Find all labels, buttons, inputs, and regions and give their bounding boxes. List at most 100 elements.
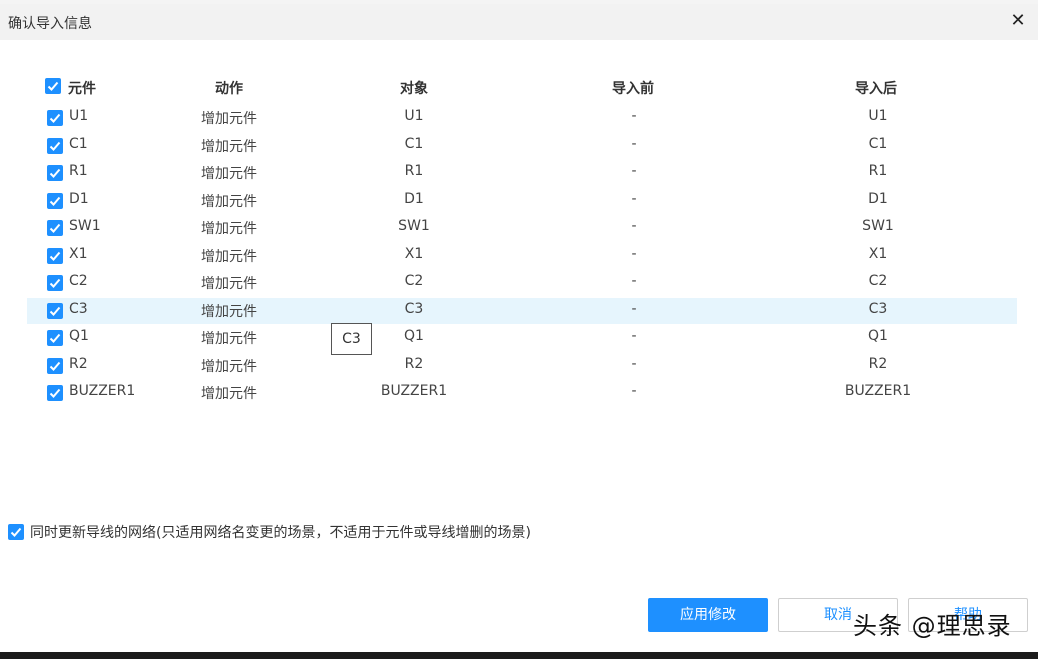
cell-component: R2 <box>69 355 88 372</box>
table-row[interactable]: U1 增加元件 U1 - U1 <box>27 105 1017 131</box>
cell-after: R1 <box>868 163 888 179</box>
checkbox-checked-icon[interactable] <box>47 220 63 236</box>
watermark: 头条 @理思录 <box>853 612 1012 640</box>
cell-action: 增加元件 <box>201 303 257 320</box>
row-checkbox[interactable] <box>47 110 63 126</box>
cell-target: SW1 <box>398 218 430 234</box>
row-checkbox[interactable] <box>47 220 63 236</box>
cell-component: Q1 <box>69 328 89 344</box>
table-row[interactable]: SW1 增加元件 SW1 - SW1 <box>27 215 1017 241</box>
cell-before: - <box>631 163 637 179</box>
cell-after: C2 <box>868 273 888 289</box>
header-before: 导入前 <box>612 81 654 97</box>
header-after: 导入后 <box>855 81 897 97</box>
cell-after: R2 <box>868 355 888 372</box>
checkbox-checked-icon[interactable] <box>47 385 63 401</box>
cell-target: Q1 <box>404 328 424 344</box>
checkbox-checked-icon[interactable] <box>47 137 63 154</box>
cell-action: 增加元件 <box>201 331 257 347</box>
close-icon[interactable]: ✕ <box>1008 11 1028 31</box>
dialog-title: 确认导入信息 <box>8 16 92 32</box>
checkbox-checked-icon[interactable] <box>8 524 24 540</box>
table-header: 元件 动作 对象 导入前 导入后 <box>0 74 1038 100</box>
cell-action: 增加元件 <box>201 276 257 292</box>
cell-component: D1 <box>69 190 89 207</box>
cell-action: 增加元件 <box>201 138 257 155</box>
table-row[interactable]: C3 增加元件 C3 - C3 <box>27 297 1017 324</box>
cell-before: - <box>631 135 637 152</box>
cell-action: 增加元件 <box>201 193 257 210</box>
cell-action: 增加元件 <box>201 111 257 127</box>
cell-after: SW1 <box>862 218 894 234</box>
cell-before: - <box>631 383 637 399</box>
row-checkbox[interactable] <box>47 357 63 374</box>
header-component: 元件 <box>68 81 96 97</box>
cell-action: 增加元件 <box>201 248 257 265</box>
checkbox-checked-icon[interactable] <box>47 165 63 181</box>
table-row[interactable]: C2 增加元件 C2 - C2 <box>27 270 1017 296</box>
cell-component: C1 <box>69 135 88 152</box>
row-checkbox[interactable] <box>47 247 63 264</box>
cell-target: BUZZER1 <box>380 383 448 399</box>
table-row[interactable]: BUZZER1 增加元件 BUZZER1 - BUZZER1 <box>27 380 1017 406</box>
table-row[interactable]: X1 增加元件 X1 - X1 <box>27 243 1017 269</box>
apply-button[interactable]: 应用修改 <box>648 598 768 632</box>
cell-component: C2 <box>69 273 88 289</box>
cell-component: U1 <box>69 108 89 124</box>
table-row[interactable]: R2 增加元件 R2 - R2 <box>27 353 1017 379</box>
row-checkbox[interactable] <box>47 302 63 319</box>
cell-before: - <box>631 355 637 372</box>
cell-after: C1 <box>868 135 888 152</box>
cell-after: X1 <box>868 245 888 262</box>
cell-component: C3 <box>69 300 88 317</box>
table-row[interactable]: Q1 增加元件 Q1 - Q1 <box>27 325 1017 351</box>
header-target: 对象 <box>400 81 428 97</box>
checkbox-checked-icon[interactable] <box>47 330 63 346</box>
cell-after: C3 <box>868 300 888 317</box>
checkbox-checked-icon[interactable] <box>47 110 63 126</box>
row-checkbox[interactable] <box>47 165 63 181</box>
checkbox-checked-icon[interactable] <box>47 275 63 291</box>
cell-target: C2 <box>404 273 424 289</box>
checkbox-checked-icon[interactable] <box>47 247 63 264</box>
sync-nets-option[interactable]: 同时更新导线的网络(只适用网络名变更的场景，不适用于元件或导线增删的场景) <box>8 522 531 542</box>
cell-component: SW1 <box>69 218 101 234</box>
row-checkbox[interactable] <box>47 275 63 291</box>
cell-target: C1 <box>404 135 424 152</box>
cell-action: 增加元件 <box>201 221 257 237</box>
cell-before: - <box>631 108 637 124</box>
cell-before: - <box>631 245 637 262</box>
cell-target: U1 <box>404 108 424 124</box>
cell-after: BUZZER1 <box>844 383 912 399</box>
table-row[interactable]: D1 增加元件 D1 - D1 <box>27 188 1017 214</box>
cell-before: - <box>631 273 637 289</box>
cell-target: C3 <box>404 300 424 317</box>
tooltip: C3 <box>331 323 372 355</box>
checkbox-checked-icon[interactable] <box>47 192 63 209</box>
checkbox-checked-icon[interactable] <box>45 78 61 94</box>
row-checkbox[interactable] <box>47 192 63 209</box>
select-all-checkbox[interactable] <box>45 78 61 94</box>
cell-component: X1 <box>69 245 88 262</box>
cell-target: D1 <box>404 190 424 207</box>
sync-nets-label: 同时更新导线的网络(只适用网络名变更的场景，不适用于元件或导线增删的场景) <box>30 525 531 541</box>
cell-action: 增加元件 <box>201 386 257 402</box>
cell-before: - <box>631 300 637 317</box>
cell-action: 增加元件 <box>201 358 257 375</box>
cell-target: X1 <box>404 245 424 262</box>
row-checkbox[interactable] <box>47 137 63 154</box>
table-row[interactable]: R1 增加元件 R1 - R1 <box>27 160 1017 186</box>
cell-target: R2 <box>404 355 424 372</box>
dialog-titlebar: 确认导入信息 ✕ <box>0 4 1038 40</box>
table-row[interactable]: C1 增加元件 C1 - C1 <box>27 133 1017 159</box>
checkbox-checked-icon[interactable] <box>47 302 63 319</box>
row-checkbox[interactable] <box>47 330 63 346</box>
cell-before: - <box>631 218 637 234</box>
row-checkbox[interactable] <box>47 385 63 401</box>
cell-after: Q1 <box>868 328 888 344</box>
cell-component: BUZZER1 <box>69 383 136 399</box>
checkbox-checked-icon[interactable] <box>47 357 63 374</box>
header-action: 动作 <box>215 81 243 97</box>
cell-action: 增加元件 <box>201 166 257 182</box>
bottom-bar <box>0 652 1038 659</box>
